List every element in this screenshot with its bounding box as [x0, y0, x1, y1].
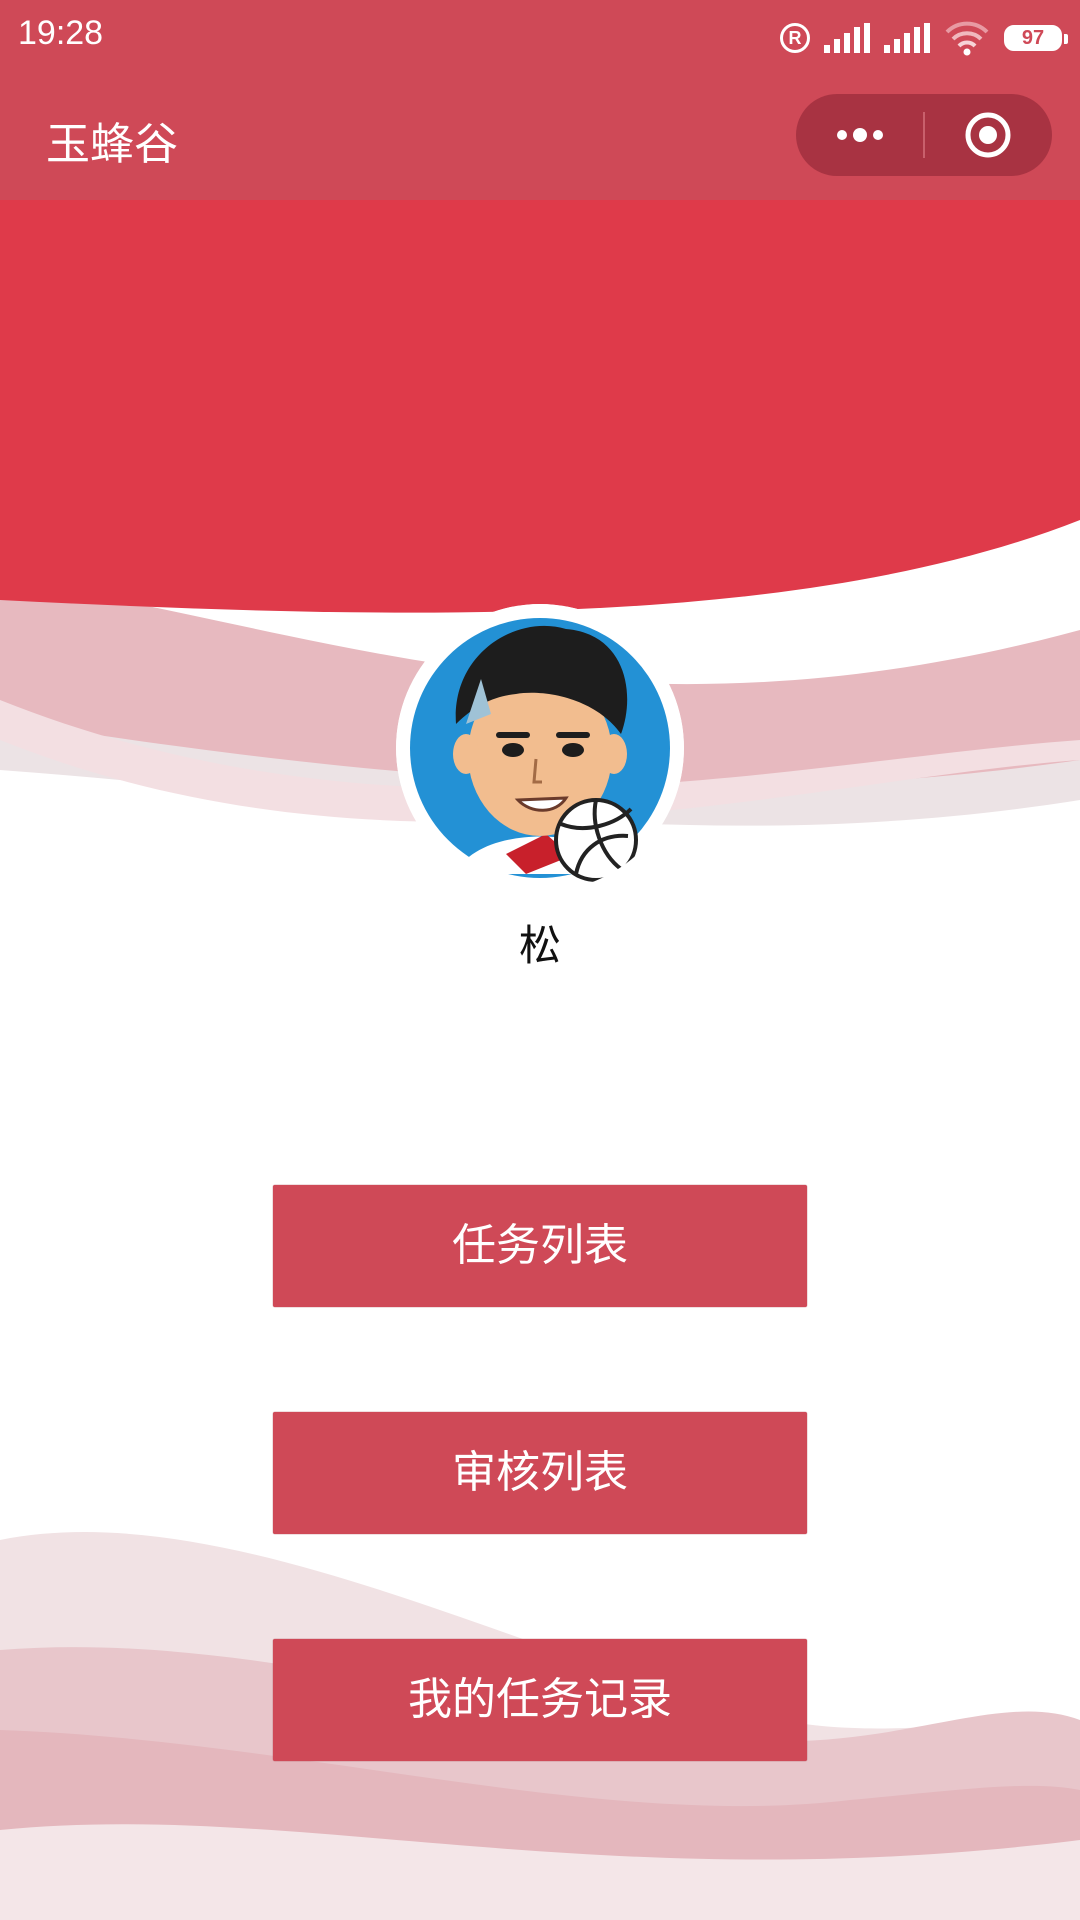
battery-icon: 97: [1004, 25, 1068, 51]
signal-icon: [884, 23, 930, 53]
avatar[interactable]: [396, 604, 684, 892]
user-name: 松: [518, 921, 561, 970]
task-list-button[interactable]: 任务列表: [273, 1185, 807, 1307]
page-title: 玉蜂谷: [46, 119, 178, 170]
review-list-button[interactable]: 审核列表: [273, 1412, 807, 1534]
avatar-image: [396, 604, 684, 892]
wifi-icon: [945, 21, 989, 56]
status-time: 19:28: [18, 14, 104, 52]
close-button[interactable]: [925, 94, 1052, 176]
my-task-records-button[interactable]: 我的任务记录: [273, 1639, 807, 1761]
more-icon: [836, 128, 883, 142]
close-target-icon: [965, 112, 1011, 158]
status-bar: 19:28 R 97: [0, 0, 1080, 76]
more-button[interactable]: [796, 94, 923, 176]
nav-bar: 玉蜂谷: [0, 76, 1080, 200]
signal-icon: [824, 23, 870, 53]
miniprogram-capsule: [796, 94, 1052, 176]
status-icons: R 97: [780, 14, 1068, 62]
registered-icon: R: [780, 23, 810, 53]
